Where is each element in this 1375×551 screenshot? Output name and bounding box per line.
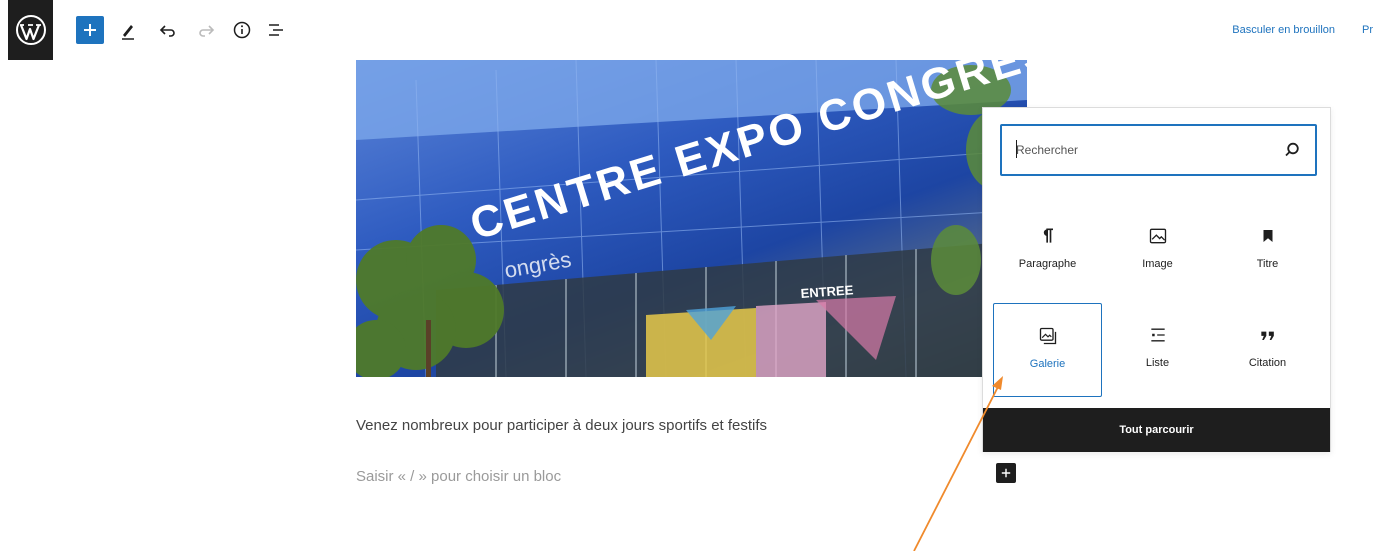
block-item-label: Citation (1248, 357, 1287, 369)
undo-button[interactable] (154, 16, 182, 44)
plus-icon (1001, 468, 1011, 478)
block-item-list[interactable]: Liste (1103, 303, 1212, 397)
details-button[interactable] (228, 16, 256, 44)
text-caret (1016, 140, 1017, 158)
block-inserter-popover: Paragraphe Image Titre (982, 107, 1331, 452)
plus-icon (84, 24, 96, 36)
block-search-box[interactable] (1000, 124, 1317, 176)
paragraph-icon (1036, 224, 1060, 248)
switch-to-draft-link[interactable]: Basculer en brouillon (1232, 24, 1335, 36)
redo-button[interactable] (192, 16, 220, 44)
add-block-toggle-button[interactable] (76, 16, 104, 44)
building-photo: CENTRE EXPO CONGRES ongrès ENTREE (356, 60, 1027, 377)
block-item-label: Galerie (1029, 358, 1066, 370)
block-item-heading[interactable]: Titre (1213, 204, 1322, 298)
quote-icon (1256, 323, 1280, 347)
block-item-label: Liste (1145, 357, 1170, 369)
editor-toolbar: Basculer en brouillon Pr (0, 0, 1375, 60)
sub-sign-text: ongrès (503, 247, 574, 283)
pencil-icon (122, 25, 134, 40)
block-item-label: Titre (1256, 258, 1279, 270)
image-icon (1146, 224, 1170, 248)
image-block[interactable]: CENTRE EXPO CONGRES ongrès ENTREE (356, 60, 1027, 377)
list-view-button[interactable] (262, 16, 290, 44)
list-view-icon (269, 24, 283, 36)
list-icon (1146, 323, 1170, 347)
block-search-input[interactable] (1016, 140, 1266, 160)
gallery-icon (1036, 324, 1060, 348)
block-item-paragraph[interactable]: Paragraphe (993, 204, 1102, 298)
block-item-label: Image (1142, 258, 1173, 270)
edit-tools-button[interactable] (114, 16, 142, 44)
info-icon (233, 21, 251, 39)
undo-icon (159, 25, 175, 37)
wordpress-logo-icon[interactable] (8, 0, 53, 60)
browse-all-button[interactable]: Tout parcourir (983, 408, 1330, 452)
paragraph-block[interactable]: Venez nombreux pour participer à deux jo… (356, 417, 767, 434)
add-block-button[interactable] (996, 463, 1016, 483)
heading-bookmark-icon (1256, 224, 1280, 248)
redo-icon (199, 25, 215, 37)
block-item-gallery[interactable]: Galerie (993, 303, 1102, 397)
block-item-image[interactable]: Image (1103, 204, 1212, 298)
block-item-quote[interactable]: Citation (1213, 303, 1322, 397)
search-icon (1285, 142, 1299, 157)
empty-block-placeholder[interactable]: Saisir « / » pour choisir un bloc (356, 468, 561, 485)
block-item-label: Paragraphe (1018, 258, 1077, 270)
preview-link[interactable]: Pr (1362, 24, 1373, 36)
